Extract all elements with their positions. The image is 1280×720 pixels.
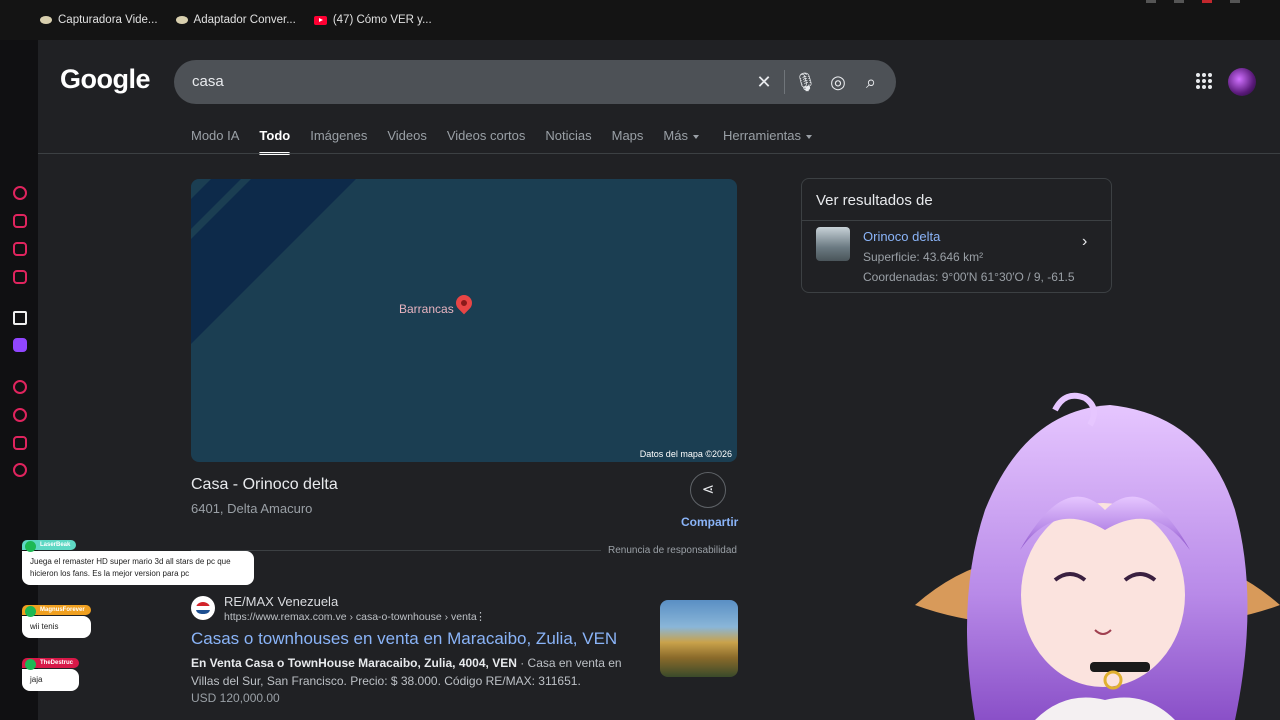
- map-view[interactable]: Barrancas Datos del mapa ©2026: [191, 179, 737, 462]
- window-controls: [1146, 0, 1240, 3]
- vtuber-avatar: [915, 392, 1280, 720]
- place-address: 6401, Delta Amacuro: [191, 501, 313, 516]
- share-icon: ⋖: [701, 481, 715, 498]
- avatar[interactable]: [1228, 68, 1256, 96]
- tools-wrap[interactable]: Herramientas: [723, 128, 813, 143]
- google-logo[interactable]: Google: [60, 64, 151, 95]
- tab-herramientas[interactable]: Herramientas: [723, 128, 801, 143]
- result-url[interactable]: https://www.remax.com.ve › casa-o-townho…: [224, 611, 477, 623]
- chevron-down-icon: [806, 134, 813, 139]
- chat-text: jaja: [22, 669, 80, 691]
- chat-message: LaserBeak Juega el remaster HD super mar…: [22, 539, 254, 585]
- map-credit: Datos del mapa ©2026: [639, 449, 732, 459]
- settings-icon[interactable]: [13, 463, 27, 477]
- more-options-icon[interactable]: ⋮: [475, 610, 486, 623]
- chat-username: LaserBeak: [22, 540, 77, 552]
- tab-videos[interactable]: Videos: [387, 128, 427, 143]
- bookmark-label: (47) Cómo VER y...: [332, 14, 432, 26]
- tab-noticias[interactable]: Noticias: [545, 128, 591, 143]
- chat-message: TheDestruc jaja: [22, 657, 80, 691]
- map-river-shapes: [191, 179, 356, 344]
- bookmark-icon: [40, 16, 52, 24]
- side-panel: Ver resultados de Orinoco delta Superfic…: [801, 178, 1112, 293]
- result-price: USD 120,000.00: [191, 691, 280, 705]
- browser-top-bar: Capturadora Vide... Adaptador Conver... …: [0, 0, 1280, 40]
- refresh-icon[interactable]: [13, 186, 27, 200]
- youtube-icon: [313, 15, 327, 25]
- result-snippet-bold: En Venta Casa o TownHouse Maracaibo, Zul…: [191, 656, 517, 670]
- layers-icon[interactable]: [13, 242, 27, 256]
- lens-icon[interactable]: ◎: [827, 71, 849, 93]
- twitch-icon[interactable]: [13, 338, 27, 352]
- microphone-icon[interactable]: 🎙: [794, 71, 817, 93]
- panel-coordinates: Coordenadas: 9°00′N 61°30′O / 9, -61.5: [863, 270, 1075, 284]
- place-title: Casa - Orinoco delta: [191, 476, 338, 493]
- clock-icon[interactable]: [13, 408, 27, 422]
- bookmarks-bar: Capturadora Vide... Adaptador Conver... …: [40, 14, 432, 26]
- clear-icon[interactable]: ✕: [753, 71, 775, 93]
- header-divider: [38, 153, 1280, 154]
- tab-todo[interactable]: Todo: [259, 128, 290, 155]
- chat-username: MagnusForever: [22, 605, 91, 617]
- panel-divider: [802, 220, 1111, 221]
- search-input[interactable]: casa: [192, 73, 224, 90]
- bookmark-icon: [175, 16, 188, 24]
- share-button[interactable]: ⋖: [690, 472, 726, 508]
- m-badge-icon[interactable]: [13, 270, 27, 284]
- shop-icon[interactable]: [13, 214, 27, 228]
- tab-videos-cortos[interactable]: Videos cortos: [447, 128, 526, 143]
- share-label[interactable]: Compartir: [681, 515, 738, 529]
- play-icon[interactable]: [13, 380, 27, 394]
- search-box[interactable]: casa ✕ 🎙 ◎ ⌕: [174, 60, 896, 104]
- disclaimer-link[interactable]: Renuncia de responsabilidad: [608, 545, 737, 556]
- kick-icon[interactable]: [13, 311, 27, 325]
- search-divider: [784, 70, 785, 94]
- bookmark-item[interactable]: Capturadora Vide...: [40, 14, 158, 26]
- remax-favicon-icon: [191, 596, 215, 620]
- bookmark-label: Capturadora Vide...: [58, 14, 158, 26]
- apps-grid-icon[interactable]: [1196, 73, 1212, 89]
- panel-link[interactable]: Orinoco delta: [863, 229, 940, 244]
- panel-title: Ver resultados de: [816, 192, 933, 209]
- tab-imagenes[interactable]: Imágenes: [310, 128, 367, 143]
- tab-mas-wrap[interactable]: Más: [663, 128, 699, 143]
- chat-text: Juega el remaster HD super mario 3d all …: [22, 551, 254, 585]
- tab-modo-ia[interactable]: Modo IA: [191, 128, 239, 143]
- result-snippet: En Venta Casa o TownHouse Maracaibo, Zul…: [191, 654, 647, 690]
- result-thumbnail[interactable]: [660, 600, 738, 677]
- search-icon[interactable]: ⌕: [860, 71, 882, 93]
- search-tabs: Modo IA Todo Imágenes Videos Videos cort…: [191, 128, 813, 155]
- bookmark-label: Adaptador Conver...: [193, 14, 296, 26]
- chat-message: MagnusForever wii tenis: [22, 604, 91, 638]
- record-icon[interactable]: [1202, 0, 1212, 3]
- close-icon[interactable]: [1230, 0, 1240, 3]
- tab-mas[interactable]: Más: [663, 128, 688, 143]
- chevron-down-icon: [692, 134, 699, 139]
- panel-surface: Superficie: 43.646 km²: [863, 250, 984, 264]
- tab-icon[interactable]: [1174, 0, 1184, 3]
- bookmark-item[interactable]: Adaptador Conver...: [175, 14, 296, 26]
- result-title-link[interactable]: Casas o townhouses en venta en Maracaibo…: [191, 629, 617, 649]
- panel-thumbnail[interactable]: [816, 227, 850, 261]
- chevron-right-icon[interactable]: ›: [1082, 233, 1087, 251]
- map-pin-label: Barrancas: [399, 302, 454, 316]
- chat-text: wii tenis: [22, 616, 91, 638]
- tab-maps[interactable]: Maps: [612, 128, 644, 143]
- minimize-icon[interactable]: [1146, 0, 1156, 3]
- chat-username: TheDestruc: [22, 658, 80, 670]
- result-site-name[interactable]: RE/MAX Venezuela: [224, 594, 338, 609]
- bookmark-item[interactable]: (47) Cómo VER y...: [313, 14, 432, 26]
- puzzle-icon[interactable]: [13, 436, 27, 450]
